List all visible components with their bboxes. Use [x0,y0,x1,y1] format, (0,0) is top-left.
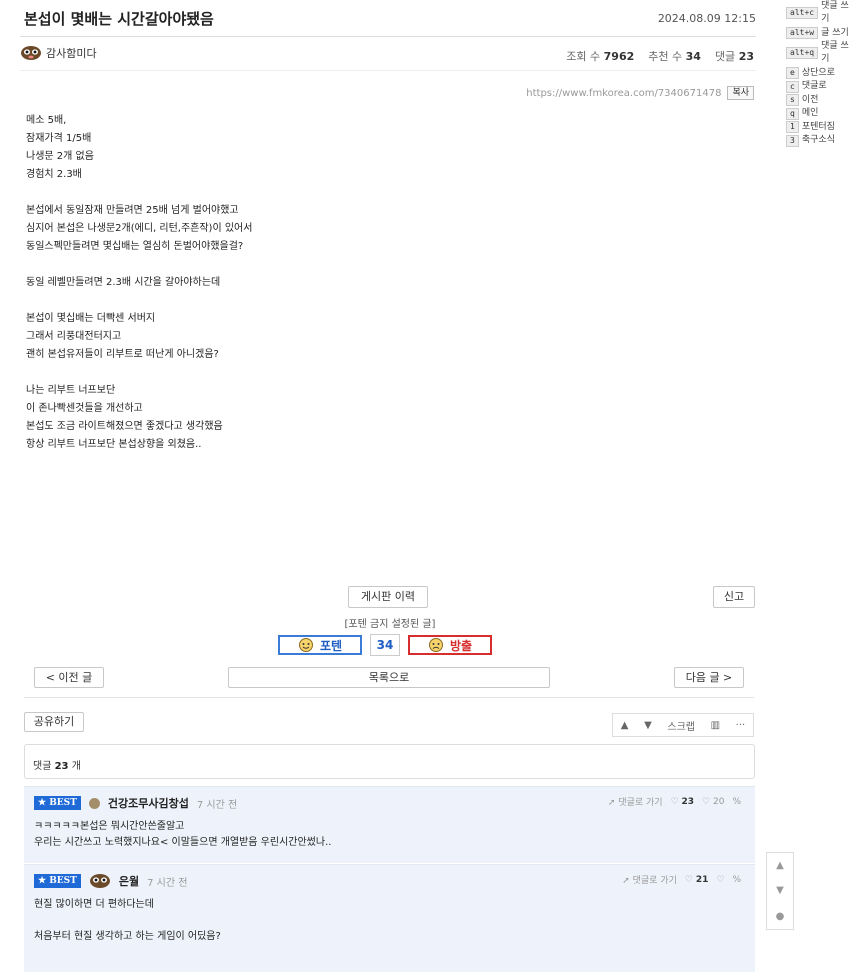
keyboard-shortcuts: alt+c 댓글 쓰기 alt+w 글 쓰기 alt+q 댓글 쓰기 e 상단으로 c댓… [786,0,850,148]
comment-count-box: 댓글 23 개 [24,744,755,779]
goto-comment-link[interactable]: ➚ 댓글로 가기 [622,873,677,886]
eject-vote-button[interactable]: 방출 [408,635,492,655]
copy-url-button[interactable]: 복사 [727,86,754,100]
author-name[interactable]: 감사함미다 [46,45,97,61]
board-history-button[interactable]: 게시판 이력 [348,586,428,608]
thumbs-down-button[interactable]: ♡ 20 [702,797,724,807]
arrow-down-icon[interactable]: ▼ [644,720,652,731]
divider [20,36,756,37]
comment-time: 7 시간 전 [147,877,188,889]
post-body: 메소 5배, 잠재가격 1/5배 나생문 2개 없음 경험치 2.3배 본섭에서… [26,112,252,472]
thumbs-up-button[interactable]: ♡ 21 [685,875,708,885]
paragraph: 본섭이 몇십배는 더빡센 서버지 그래서 리풍대전터지고 괜히 본섭유저들이 리… [26,313,219,360]
paragraph: 나는 리부트 너프보단 이 존나빡센것들을 개선하고 본섭도 조금 라이트해졌으… [26,385,223,450]
avatar [88,797,100,809]
goto-comment-link[interactable]: ➚ 댓글로 가기 [608,795,663,808]
link-icon[interactable]: % [732,875,741,885]
shortcut-item: c 댓글로 [786,80,850,93]
thumbs-up-button[interactable]: ♡ 23 [671,797,694,807]
avatar [89,873,111,889]
thumbs-down-button[interactable]: ♡ [716,875,724,885]
next-post-button[interactable]: 다음 글 > [674,667,744,688]
vote-note: [포텐 금지 설정된 글] [344,619,436,630]
shortcut-item: alt+q 댓글 쓰기 [786,40,850,66]
comment-count: 23 [54,761,69,772]
post-navigation: < 이전 글 목록으로 다음 글 > [34,667,744,689]
arrow-up-icon[interactable]: ▲ [621,720,629,731]
scrap-button[interactable]: 스크랩 [667,718,695,733]
shortcut-item: 3 축구소식 [786,134,850,147]
report-button[interactable]: 신고 [713,586,755,608]
scroll-down-icon[interactable]: ▼ [776,885,784,896]
shortcut-item: q 메인 [786,107,850,120]
author-info[interactable]: 감사함미다 [20,45,97,61]
post-url[interactable]: https://www.fmkorea.com/7340671478 [526,88,721,99]
best-badge: ★ BEST [34,874,81,888]
post-title: 본섭이 몇배는 시간갈아야됐음 [24,10,214,28]
paragraph: 본섭에서 동일잠재 만들려면 25배 넘게 벌어야했고 심지어 본섭은 나생문2… [26,205,253,252]
comment-author[interactable]: 은월 [119,873,139,889]
link-icon[interactable]: % [732,797,741,807]
shortcut-item: e 상단으로 [786,67,850,80]
chart-icon[interactable]: ▥ [711,720,720,731]
comment-toolbar: ▲ ▼ 스크랩 ▥ ··· [612,713,754,737]
share-button[interactable]: 공유하기 [24,712,84,732]
shortcut-item: alt+c 댓글 쓰기 [786,0,850,26]
comment-text: 현질 많이하면 더 편하다는데 처음부터 현질 생각하고 하는 게임이 어딨음? [34,899,221,942]
shortcut-item: alt+w 글 쓰기 [786,27,850,40]
paragraph: 동일 레벨만들려면 2.3배 시간을 갈아야하는데 [26,277,221,288]
prev-post-button[interactable]: < 이전 글 [34,667,104,688]
vote-count: 34 [370,634,400,656]
scroll-up-icon[interactable]: ▲ [776,860,784,871]
avatar [20,45,42,61]
smile-face-icon [298,638,314,652]
comment-item: ★ BEST 건강조무사김창섭 7 시간 전 ➚ 댓글로 가기 ♡ 23 ♡ 2… [24,786,755,863]
frown-face-icon [428,638,444,652]
list-button[interactable]: 목록으로 [228,667,550,688]
views-stat: 조회 수 7962 [566,50,635,63]
best-badge: ★ BEST [34,796,81,810]
comments-stat: 댓글 23 [714,50,754,63]
comment-bubble-icon[interactable]: ● [776,911,785,922]
recommend-stat: 추천 수 34 [648,50,701,63]
shortcut-item: 1 포텐터짐 [786,121,850,134]
comment-item: ★ BEST 은월 7 시간 전 ➚ 댓글로 가기 ♡ 21 ♡ % 현질 많이… [24,864,755,972]
comment-text: ㅋㅋㅋㅋㅋ본섭은 뭐시간안쓴줄알고 우리는 시간쓰고 노력했지나요< 이말들으면… [34,821,332,848]
divider [20,70,756,71]
divider [24,697,754,698]
potent-vote-button[interactable]: 포텐 [278,635,362,655]
url-row: https://www.fmkorea.com/7340671478 복사 [526,86,754,100]
comment-author[interactable]: 건강조무사김창섭 [108,795,189,811]
post-stats: 조회 수 7962 추천 수 34 댓글 23 [566,48,754,64]
vote-row: 포텐 34 방출 [278,634,492,656]
paragraph: 메소 5배, 잠재가격 1/5배 나생문 2개 없음 경험치 2.3배 [26,115,94,180]
comment-time: 7 시간 전 [196,799,238,811]
floating-nav: ▲ ▼ ● [766,852,794,930]
shortcut-item: s 이전 [786,94,850,107]
post-date: 2024.08.09 12:15 [657,12,756,25]
more-icon[interactable]: ··· [736,720,746,731]
